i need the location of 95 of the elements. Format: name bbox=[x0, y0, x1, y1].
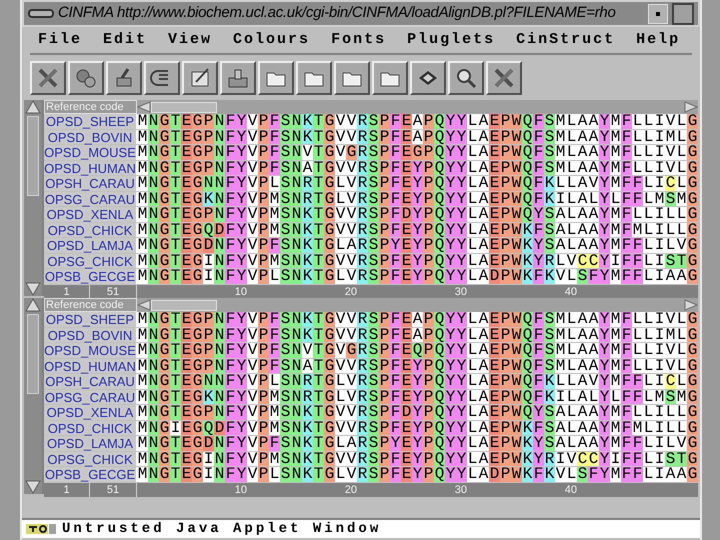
sequence-name[interactable]: OPSD_LAMJA bbox=[44, 238, 137, 252]
scrollbar-thumb[interactable] bbox=[27, 116, 39, 196]
ruler-label: 30 bbox=[454, 284, 467, 298]
menu-item[interactable]: Colours bbox=[233, 29, 310, 52]
sequence-text: MNGTEGINFYVPMSNKTGVVRSPFEYPQYYLAEPWKYRIVCCYIFFLISTG bbox=[137, 452, 698, 466]
sequence-name[interactable]: OPSD_MOUSE bbox=[44, 145, 137, 160]
toolbar-button[interactable] bbox=[220, 61, 256, 95]
column-header: Reference code bbox=[44, 100, 137, 114]
scrollbar-thumb[interactable] bbox=[151, 102, 217, 112]
magnifier-icon bbox=[454, 66, 478, 90]
sequence-name[interactable]: OPSB_GECGE bbox=[44, 269, 137, 284]
menu-item[interactable]: File bbox=[38, 29, 82, 52]
ruler-label: 20 bbox=[344, 284, 357, 298]
toolbar-button[interactable] bbox=[68, 61, 104, 95]
menu-item[interactable]: Pluglets bbox=[407, 29, 496, 52]
toolbar-button[interactable] bbox=[144, 61, 180, 95]
maximize-button[interactable] bbox=[672, 2, 694, 24]
toolbar-button[interactable] bbox=[106, 61, 142, 95]
window-menu-button[interactable] bbox=[28, 9, 54, 18]
sequence-name[interactable]: OPSD_SHEEP bbox=[44, 312, 137, 326]
window-title: CINFMA http://www.biochem.ucl.ac.uk/cgi-bin/CINFMA/loadAlignDB.pl?FILENAME=rho bbox=[58, 3, 616, 24]
sequence-text: MNGTEGPNFYVPFSNKTGVVRSPFEAPQYYLAEPWQFSMLAAYMFLLIMLG bbox=[137, 130, 698, 144]
minimize-button[interactable] bbox=[648, 4, 668, 24]
menu-item[interactable]: Help bbox=[636, 29, 680, 52]
vertical-scrollbar[interactable] bbox=[24, 100, 42, 296]
sequence-name[interactable]: OPSH_CARAU bbox=[44, 176, 137, 190]
sequence-text: MNGTEGINFYVPMSNKTGVVRSPFEYPQYYLAEPWKYRLVCCYIFFLISTG bbox=[137, 254, 698, 268]
up-arrow-icon[interactable] bbox=[25, 100, 41, 114]
sequence-name[interactable]: OPSD_CHICK bbox=[44, 222, 137, 237]
sequence-text: MNGTEGNNFYVPLSNRTGLVRSPFEYPQYYLAEPWQFKLLAVYMFFLICLG bbox=[137, 374, 698, 388]
toolbar-button[interactable] bbox=[448, 61, 484, 95]
sequence-name[interactable]: OPSD_BOVIN bbox=[44, 130, 137, 144]
sequence-text: MNGTEGPNFYVPFSNATGVVRSPFEYPQYYLAEPWQFSMLAAYMFLLIVLG bbox=[137, 358, 698, 373]
sequence-text: MNGTEGPNFYVPFSNVTGVGRSPFEQPQYYLAEPWQFSMLAAYMFLLIVLG bbox=[137, 343, 698, 358]
sequence-text: MNGTEGPNFYVPFSNKTGVVRSPFEAPQYYLAEPWQFSMLAAYMFLLIVLG bbox=[137, 312, 698, 326]
toolbar-button[interactable] bbox=[30, 61, 66, 95]
menu-item[interactable]: CinStruct bbox=[516, 29, 616, 52]
sequence-name[interactable]: OPSD_SHEEP bbox=[44, 114, 137, 128]
ruler-label: 10 bbox=[234, 482, 247, 496]
sequence-name[interactable]: OPSB_GECGE bbox=[44, 467, 137, 482]
menu-item[interactable]: View bbox=[168, 29, 212, 52]
sequence-name[interactable]: OPSD_MOUSE bbox=[44, 343, 137, 358]
horizontal-scrollbar[interactable] bbox=[137, 298, 698, 312]
sequence-name[interactable]: OPSG_CHICK bbox=[44, 452, 137, 466]
start-position: 1 bbox=[44, 284, 90, 298]
down-arrow-icon[interactable] bbox=[25, 480, 41, 494]
toolbar-button[interactable] bbox=[486, 61, 522, 95]
scrollbar-thumb[interactable] bbox=[27, 314, 39, 394]
toolbar-button[interactable] bbox=[372, 61, 408, 95]
right-arrow-icon[interactable] bbox=[684, 299, 698, 311]
toolbar-button[interactable] bbox=[334, 61, 370, 95]
sequence-name[interactable]: OPSD_XENLA bbox=[44, 207, 137, 222]
right-arrow-icon[interactable] bbox=[684, 101, 698, 113]
sequence-name[interactable]: OPSD_HUMAN bbox=[44, 358, 137, 373]
sequence-text: MNGTEGPNFYVPFSNKTGVVRSPFEAPQYYLAEPWQFSMLAAYMFLLIVLG bbox=[137, 114, 698, 128]
vertical-scrollbar[interactable] bbox=[24, 298, 42, 494]
left-arrow-icon[interactable] bbox=[137, 299, 151, 311]
toolbar-button[interactable] bbox=[258, 61, 294, 95]
sequence-name[interactable]: OPSD_BOVIN bbox=[44, 328, 137, 342]
sequence-name[interactable]: OPSD_HUMAN bbox=[44, 160, 137, 175]
toolbar-button[interactable] bbox=[182, 61, 218, 95]
ruler-label: 20 bbox=[344, 482, 357, 496]
sequence-text: MNGTEGINFYVPLSNKTGLVRSPFEYPQYYLADPWKFKVLSFYMFFLIAAG bbox=[137, 269, 698, 284]
scrollbar-thumb[interactable] bbox=[151, 300, 217, 310]
menu-item[interactable]: Fonts bbox=[331, 29, 386, 52]
sequence-name[interactable]: OPSG_CHICK bbox=[44, 254, 137, 268]
start-position: 1 bbox=[44, 482, 90, 496]
toolbar-button[interactable] bbox=[410, 61, 446, 95]
sequence-text: MNGTEGPNFYVPFSNATGVVRSPFEYPQYYLAEPWQFSMLAAYMFLLIVLG bbox=[137, 160, 698, 175]
sequence-text: MNGTEGNNFYVPLSNRTGLVRSPFEYPQYYLAEPWQFKLLAVYMFFLICLG bbox=[137, 176, 698, 190]
end-position: 51 bbox=[90, 482, 137, 496]
end-position: 51 bbox=[90, 284, 137, 298]
sequence-name[interactable]: OPSD_XENLA bbox=[44, 405, 137, 420]
sequence-name[interactable]: OPSH_CARAU bbox=[44, 374, 137, 388]
sequence-name[interactable]: OPSG_CARAU bbox=[44, 390, 137, 404]
up-arrow-icon[interactable] bbox=[25, 298, 41, 312]
sequence-name[interactable]: OPSD_LAMJA bbox=[44, 436, 137, 450]
toolbar-button[interactable] bbox=[296, 61, 332, 95]
menu-item[interactable]: Edit bbox=[103, 29, 148, 52]
sequence-name[interactable]: OPSD_CHICK bbox=[44, 420, 137, 435]
left-arrow-icon[interactable] bbox=[137, 101, 151, 113]
status-text: Untrusted Java Applet Window bbox=[62, 520, 382, 538]
sequence-text: MNGTEGPNFYVPFSNVTGVGRSPFEGPQYYLAEPWQFSMLAAYMFLLIVLG bbox=[137, 145, 698, 160]
ruler-label: 40 bbox=[564, 284, 577, 298]
crossed-tools-icon bbox=[36, 66, 60, 90]
sequence-name[interactable]: OPSG_CARAU bbox=[44, 192, 137, 206]
ruler-label: 10 bbox=[234, 284, 247, 298]
down-arrow-icon[interactable] bbox=[25, 282, 41, 296]
sequence-text: MNGTEGINFYVPLSNKTGLVRSPFEYPQYYLADPWKFKVLSFYMFFLIAAG bbox=[137, 467, 698, 482]
column-header: Reference code bbox=[44, 298, 137, 312]
horizontal-scrollbar[interactable] bbox=[137, 100, 698, 114]
ruler-label: 30 bbox=[454, 482, 467, 496]
sequence-text: MNGTEGPNFYVPFSNKTGVVRSPFEAPQYYLAEPWQFSMLAAYMFLLIMLG bbox=[137, 328, 698, 342]
crossed-tools-icon bbox=[492, 66, 516, 90]
ruler-label: 40 bbox=[564, 482, 577, 496]
